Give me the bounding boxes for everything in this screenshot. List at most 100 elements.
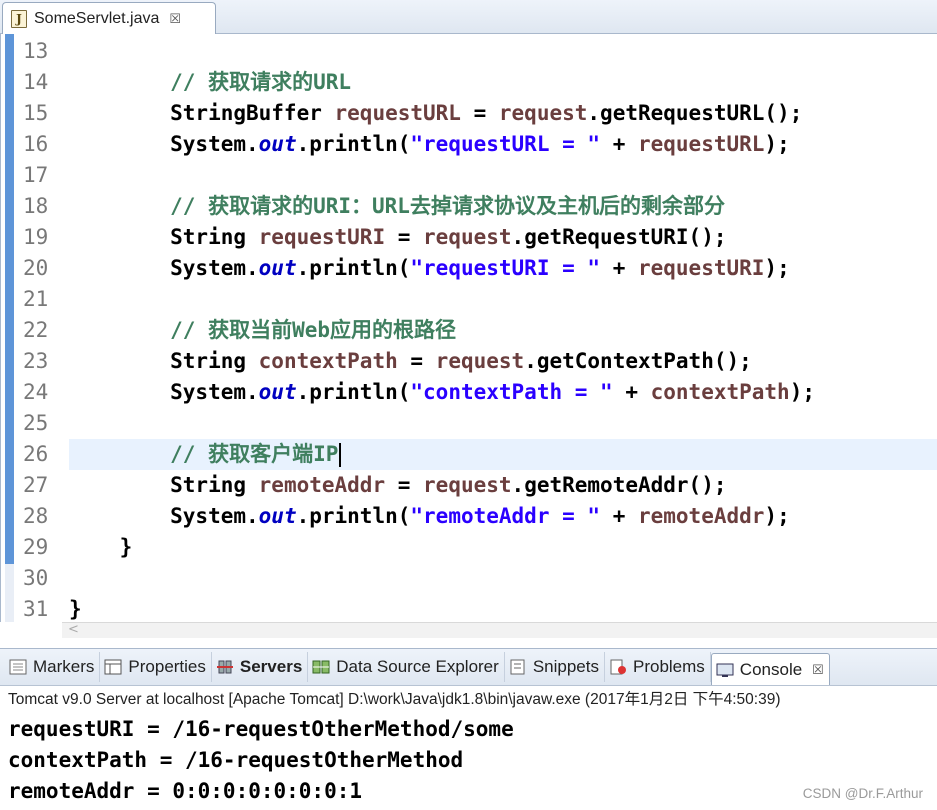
code-token-plain: .println( — [296, 380, 411, 404]
console-icon — [715, 661, 735, 679]
code-token-comment: // 获取请求的URI：URL去掉请求协议及主机后的剩余部分 — [170, 194, 725, 218]
scroll-left-icon[interactable]: < — [68, 622, 79, 637]
code-token-comment: // 获取请求的URL — [170, 70, 352, 94]
line-number: 25 — [23, 411, 49, 435]
watermark: CSDN @Dr.F.Arthur — [802, 786, 923, 801]
view-tab-markers[interactable]: Markers — [5, 652, 101, 682]
code-token-string: "requestURI = " — [410, 256, 601, 280]
code-token-plain: .getRequestURI(); — [511, 225, 727, 249]
code-line[interactable] — [69, 563, 937, 594]
code-line[interactable]: String requestURI = request.getRequestUR… — [69, 222, 937, 253]
code-token-plain: .println( — [296, 132, 411, 156]
code-line-current[interactable]: // 获取客户端IP — [69, 439, 937, 470]
view-tab-label: Markers — [33, 657, 95, 676]
view-tab-label: Problems — [632, 657, 705, 676]
console-process-label: Tomcat v9.0 Server at localhost [Apache … — [0, 686, 937, 714]
snippets-icon — [508, 658, 528, 676]
line-number: 16 — [23, 132, 49, 156]
code-token-field: out — [258, 132, 297, 156]
line-number: 31 — [23, 597, 49, 621]
line-number: 13 — [23, 39, 49, 63]
code-token-string: "contextPath = " — [410, 380, 613, 404]
code-token-var: remoteAddr — [637, 504, 765, 528]
line-number: 17 — [23, 163, 49, 187]
editor-tab-someservlet[interactable]: J SomeServlet.java ☒ — [2, 2, 216, 34]
line-number: 20 — [23, 256, 49, 280]
view-tab-problems[interactable]: Problems — [605, 652, 711, 682]
code-line[interactable] — [69, 284, 937, 315]
line-number: 29 — [23, 535, 49, 559]
code-line[interactable]: System.out.println("requestURL = " + req… — [69, 129, 937, 160]
code-line[interactable] — [69, 160, 937, 191]
code-line[interactable]: System.out.println("contextPath = " + co… — [69, 377, 937, 408]
code-token-plain: } — [69, 535, 133, 559]
view-tab-snippets[interactable]: Snippets — [505, 652, 605, 682]
horizontal-scrollbar[interactable]: < — [62, 622, 937, 638]
close-icon[interactable]: ☒ — [812, 662, 824, 678]
code-token-plain: + — [612, 380, 651, 404]
line-number: 22 — [23, 318, 49, 342]
line-number: 30 — [23, 566, 49, 590]
code-token-plain: + — [600, 504, 638, 528]
code-token-plain: = — [385, 225, 424, 249]
code-token-plain: System. — [69, 132, 259, 156]
code-token-plain: = — [460, 101, 499, 125]
code-line[interactable]: // 获取请求的URL — [69, 67, 937, 98]
code-line[interactable] — [69, 408, 937, 439]
code-token-plain: } — [69, 597, 82, 621]
view-tab-label: Properties — [128, 657, 206, 676]
code-line[interactable]: } — [69, 532, 937, 563]
code-token-plain: .getRequestURL(); — [587, 101, 803, 125]
code-token-plain: ); — [764, 256, 790, 280]
code-token-string: "requestURL = " — [410, 132, 601, 156]
code-token-plain: .println( — [296, 504, 411, 528]
code-line[interactable]: } — [69, 594, 937, 625]
code-token-var: requestURI — [637, 256, 765, 280]
console-line: remoteAddr = 0:0:0:0:0:0:0:1 — [8, 779, 363, 803]
code-token-plain: StringBuffer — [69, 101, 335, 125]
views-tab-bar: Markers Properties Servers Data Source Expl… — [0, 648, 937, 686]
view-tab-console[interactable]: Console ☒ — [710, 653, 830, 685]
line-number: 19 — [23, 225, 49, 249]
code-token-plain: String — [69, 473, 259, 497]
view-tab-data-source-explorer[interactable]: Data Source Explorer — [308, 652, 505, 682]
code-token-plain: = — [385, 473, 424, 497]
problems-icon — [608, 658, 628, 676]
code-token-plain: String — [69, 349, 259, 373]
line-number: 18 — [23, 194, 49, 218]
code-token-var: contextPath — [258, 349, 398, 373]
line-number: 23 — [23, 349, 49, 373]
view-tab-properties[interactable]: Properties — [100, 652, 212, 682]
view-tab-servers[interactable]: Servers — [212, 652, 309, 682]
code-token-var: request — [423, 225, 512, 249]
code-line[interactable]: String remoteAddr = request.getRemoteAdd… — [69, 470, 937, 501]
code-token-field: out — [258, 256, 297, 280]
code-line[interactable]: StringBuffer requestURL = request.getReq… — [69, 98, 937, 129]
code-editor[interactable]: 13 14 15 16 17 18 19 20 21 22 23 24 25 26 27 28 29 30 31 /… — [0, 34, 937, 622]
code-line[interactable]: System.out.println("requestURI = " + req… — [69, 253, 937, 284]
code-token-var: contextPath — [650, 380, 790, 404]
console-line: requestURI = /16-requestOtherMethod/some — [8, 717, 514, 741]
code-line[interactable]: // 获取请求的URI：URL去掉请求协议及主机后的剩余部分 — [69, 191, 937, 222]
code-token-var: requestURL — [334, 101, 461, 125]
code-token-comment: // 获取当前Web应用的根路径 — [170, 318, 457, 342]
code-token-field: out — [258, 504, 297, 528]
text-caret — [339, 443, 342, 467]
line-number: 21 — [23, 287, 49, 311]
line-number: 26 — [23, 442, 49, 466]
markers-icon — [8, 658, 28, 676]
code-token-plain: System. — [69, 504, 259, 528]
code-token-var: requestURI — [258, 225, 386, 249]
console-output[interactable]: requestURI = /16-requestOtherMethod/some… — [0, 714, 937, 810]
code-token-plain: ); — [764, 132, 790, 156]
code-line[interactable]: // 获取当前Web应用的根路径 — [69, 315, 937, 346]
code-token-plain: System. — [69, 256, 259, 280]
code-area[interactable]: // 获取请求的URL StringBuffer requestURL = re… — [69, 34, 937, 622]
close-icon[interactable]: ☒ — [169, 11, 181, 27]
code-line[interactable]: String contextPath = request.getContextP… — [69, 346, 937, 377]
console-line: contextPath = /16-requestOtherMethod — [8, 748, 464, 772]
code-line[interactable]: System.out.println("remoteAddr = " + rem… — [69, 501, 937, 532]
code-line[interactable] — [69, 36, 937, 67]
